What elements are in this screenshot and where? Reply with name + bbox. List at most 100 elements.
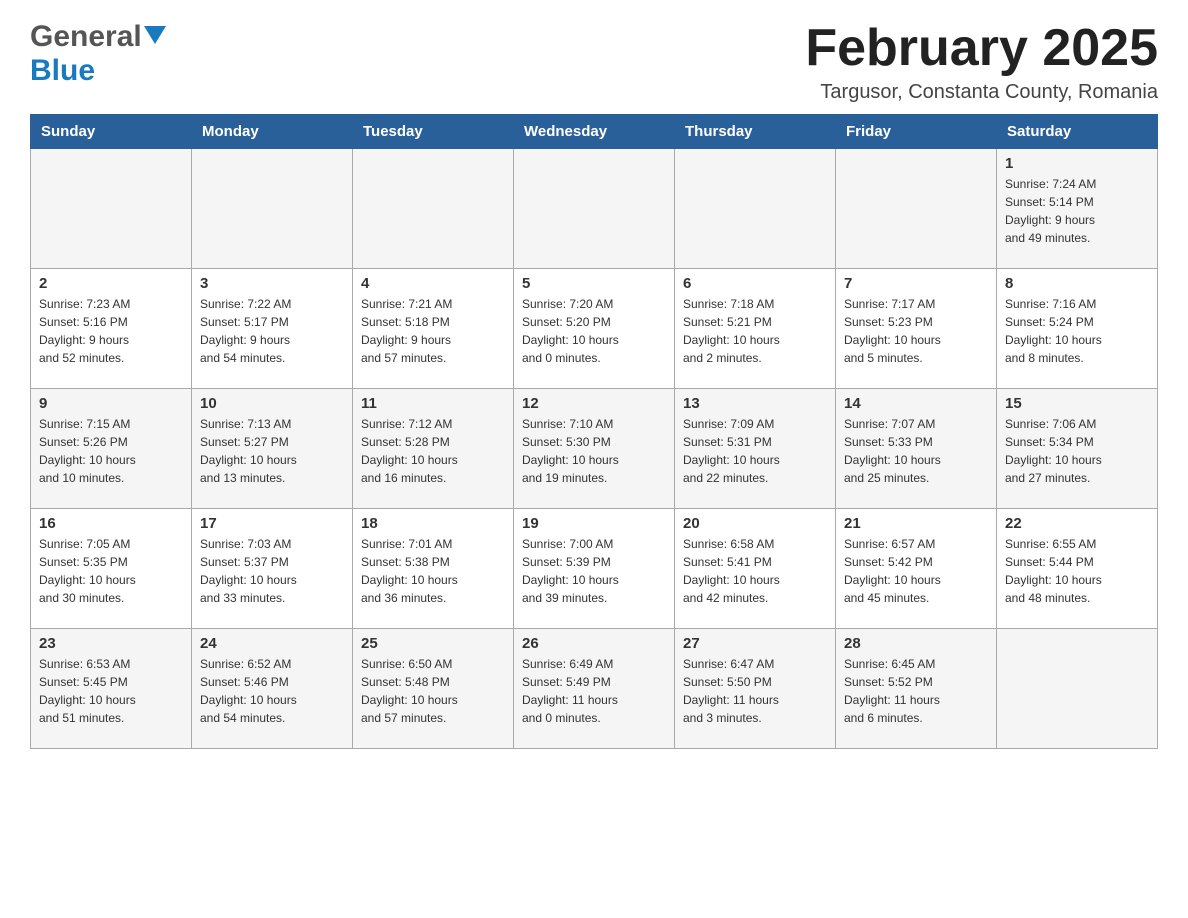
- calendar-cell: 10 Sunrise: 7:13 AMSunset: 5:27 PMDayligh…: [192, 389, 353, 509]
- day-info: Sunrise: 6:50 AMSunset: 5:48 PMDaylight:…: [361, 657, 458, 725]
- calendar-cell: 22 Sunrise: 6:55 AMSunset: 5:44 PMDayligh…: [997, 509, 1158, 629]
- calendar-cell: 20 Sunrise: 6:58 AMSunset: 5:41 PMDayligh…: [675, 509, 836, 629]
- day-info: Sunrise: 7:10 AMSunset: 5:30 PMDaylight:…: [522, 417, 619, 485]
- calendar-cell: 21 Sunrise: 6:57 AMSunset: 5:42 PMDayligh…: [836, 509, 997, 629]
- day-info: Sunrise: 7:21 AMSunset: 5:18 PMDaylight:…: [361, 297, 452, 365]
- day-number: 2: [39, 275, 183, 292]
- calendar-cell: 16Sunrise: 7:05 AMSunset: 5:35 PMDayligh…: [31, 509, 192, 629]
- day-number: 15: [1005, 395, 1149, 412]
- calendar-cell: 17 Sunrise: 7:03 AMSunset: 5:37 PMDayligh…: [192, 509, 353, 629]
- day-info: Sunrise: 7:20 AMSunset: 5:20 PMDaylight:…: [522, 297, 619, 365]
- calendar-cell: 15 Sunrise: 7:06 AMSunset: 5:34 PMDayligh…: [997, 389, 1158, 509]
- day-number: 20: [683, 515, 827, 532]
- week-row-5: 23 Sunrise: 6:53 AMSunset: 5:45 PMDayligh…: [31, 629, 1158, 749]
- month-year-title: February 2025: [805, 20, 1158, 77]
- day-number: 5: [522, 275, 666, 292]
- day-number: 17: [200, 515, 344, 532]
- day-info: Sunrise: 6:57 AMSunset: 5:42 PMDaylight:…: [844, 537, 941, 605]
- day-number: 7: [844, 275, 988, 292]
- day-number: 3: [200, 275, 344, 292]
- logo-general-text: General: [30, 20, 142, 54]
- day-number: 27: [683, 635, 827, 652]
- calendar-cell: 11Sunrise: 7:12 AMSunset: 5:28 PMDayligh…: [353, 389, 514, 509]
- logo-arrow-icon: [144, 26, 166, 49]
- day-info: Sunrise: 7:00 AMSunset: 5:39 PMDaylight:…: [522, 537, 619, 605]
- day-info: Sunrise: 6:53 AMSunset: 5:45 PMDaylight:…: [39, 657, 136, 725]
- page-header: General Blue February 2025 Targusor, Con…: [30, 20, 1158, 104]
- day-info: Sunrise: 7:23 AMSunset: 5:16 PMDaylight:…: [39, 297, 130, 365]
- calendar-cell: 5 Sunrise: 7:20 AMSunset: 5:20 PMDaylight…: [514, 269, 675, 389]
- day-number: 12: [522, 395, 666, 412]
- day-info: Sunrise: 7:13 AMSunset: 5:27 PMDaylight:…: [200, 417, 297, 485]
- day-info: Sunrise: 6:55 AMSunset: 5:44 PMDaylight:…: [1005, 537, 1102, 605]
- calendar-cell: 4 Sunrise: 7:21 AMSunset: 5:18 PMDaylight…: [353, 269, 514, 389]
- day-number: 24: [200, 635, 344, 652]
- calendar-cell: [192, 149, 353, 269]
- logo-blue-text: Blue: [30, 54, 95, 87]
- day-info: Sunrise: 7:09 AMSunset: 5:31 PMDaylight:…: [683, 417, 780, 485]
- day-info: Sunrise: 7:15 AMSunset: 5:26 PMDaylight:…: [39, 417, 136, 485]
- week-row-1: 1Sunrise: 7:24 AMSunset: 5:14 PMDaylight…: [31, 149, 1158, 269]
- day-number: 14: [844, 395, 988, 412]
- day-info: Sunrise: 7:17 AMSunset: 5:23 PMDaylight:…: [844, 297, 941, 365]
- calendar-cell: 9 Sunrise: 7:15 AMSunset: 5:26 PMDaylight…: [31, 389, 192, 509]
- day-number: 6: [683, 275, 827, 292]
- calendar-cell: 7 Sunrise: 7:17 AMSunset: 5:23 PMDaylight…: [836, 269, 997, 389]
- calendar-cell: 6Sunrise: 7:18 AMSunset: 5:21 PMDaylight…: [675, 269, 836, 389]
- day-number: 10: [200, 395, 344, 412]
- calendar-cell: 28 Sunrise: 6:45 AMSunset: 5:52 PMDayligh…: [836, 629, 997, 749]
- calendar-cell: 3 Sunrise: 7:22 AMSunset: 5:17 PMDaylight…: [192, 269, 353, 389]
- calendar-cell: [353, 149, 514, 269]
- calendar-cell: 26 Sunrise: 6:49 AMSunset: 5:49 PMDayligh…: [514, 629, 675, 749]
- calendar-cell: 18 Sunrise: 7:01 AMSunset: 5:38 PMDayligh…: [353, 509, 514, 629]
- title-block: February 2025 Targusor, Constanta County…: [805, 20, 1158, 104]
- calendar-table: SundayMondayTuesdayWednesdayThursdayFrid…: [30, 114, 1158, 749]
- day-info: Sunrise: 7:01 AMSunset: 5:38 PMDaylight:…: [361, 537, 458, 605]
- weekday-header-tuesday: Tuesday: [353, 115, 514, 149]
- weekday-header-sunday: Sunday: [31, 115, 192, 149]
- day-info: Sunrise: 7:07 AMSunset: 5:33 PMDaylight:…: [844, 417, 941, 485]
- week-row-4: 16Sunrise: 7:05 AMSunset: 5:35 PMDayligh…: [31, 509, 1158, 629]
- day-number: 13: [683, 395, 827, 412]
- day-number: 4: [361, 275, 505, 292]
- calendar-cell: 2 Sunrise: 7:23 AMSunset: 5:16 PMDaylight…: [31, 269, 192, 389]
- day-number: 26: [522, 635, 666, 652]
- day-number: 28: [844, 635, 988, 652]
- day-number: 11: [361, 395, 505, 412]
- day-number: 9: [39, 395, 183, 412]
- day-number: 22: [1005, 515, 1149, 532]
- calendar-cell: 13 Sunrise: 7:09 AMSunset: 5:31 PMDayligh…: [675, 389, 836, 509]
- day-info: Sunrise: 7:03 AMSunset: 5:37 PMDaylight:…: [200, 537, 297, 605]
- day-info: Sunrise: 6:49 AMSunset: 5:49 PMDaylight:…: [522, 657, 618, 725]
- logo: General Blue: [30, 20, 166, 88]
- day-info: Sunrise: 6:52 AMSunset: 5:46 PMDaylight:…: [200, 657, 297, 725]
- day-number: 21: [844, 515, 988, 532]
- day-info: Sunrise: 6:45 AMSunset: 5:52 PMDaylight:…: [844, 657, 940, 725]
- day-number: 23: [39, 635, 183, 652]
- weekday-header-row: SundayMondayTuesdayWednesdayThursdayFrid…: [31, 115, 1158, 149]
- weekday-header-wednesday: Wednesday: [514, 115, 675, 149]
- calendar-cell: [997, 629, 1158, 749]
- day-info: Sunrise: 6:47 AMSunset: 5:50 PMDaylight:…: [683, 657, 779, 725]
- calendar-cell: [836, 149, 997, 269]
- day-number: 18: [361, 515, 505, 532]
- calendar-cell: 24 Sunrise: 6:52 AMSunset: 5:46 PMDayligh…: [192, 629, 353, 749]
- day-number: 19: [522, 515, 666, 532]
- calendar-cell: 25Sunrise: 6:50 AMSunset: 5:48 PMDayligh…: [353, 629, 514, 749]
- calendar-cell: 1Sunrise: 7:24 AMSunset: 5:14 PMDaylight…: [997, 149, 1158, 269]
- weekday-header-friday: Friday: [836, 115, 997, 149]
- calendar-cell: [675, 149, 836, 269]
- calendar-cell: 19 Sunrise: 7:00 AMSunset: 5:39 PMDayligh…: [514, 509, 675, 629]
- day-info: Sunrise: 6:58 AMSunset: 5:41 PMDaylight:…: [683, 537, 780, 605]
- week-row-2: 2 Sunrise: 7:23 AMSunset: 5:16 PMDaylight…: [31, 269, 1158, 389]
- weekday-header-saturday: Saturday: [997, 115, 1158, 149]
- weekday-header-thursday: Thursday: [675, 115, 836, 149]
- day-number: 16: [39, 515, 183, 532]
- calendar-cell: [514, 149, 675, 269]
- day-info: Sunrise: 7:22 AMSunset: 5:17 PMDaylight:…: [200, 297, 291, 365]
- day-info: Sunrise: 7:06 AMSunset: 5:34 PMDaylight:…: [1005, 417, 1102, 485]
- calendar-cell: 8Sunrise: 7:16 AMSunset: 5:24 PMDaylight…: [997, 269, 1158, 389]
- location-text: Targusor, Constanta County, Romania: [805, 81, 1158, 104]
- day-info: Sunrise: 7:24 AMSunset: 5:14 PMDaylight:…: [1005, 177, 1096, 245]
- calendar-cell: 23 Sunrise: 6:53 AMSunset: 5:45 PMDayligh…: [31, 629, 192, 749]
